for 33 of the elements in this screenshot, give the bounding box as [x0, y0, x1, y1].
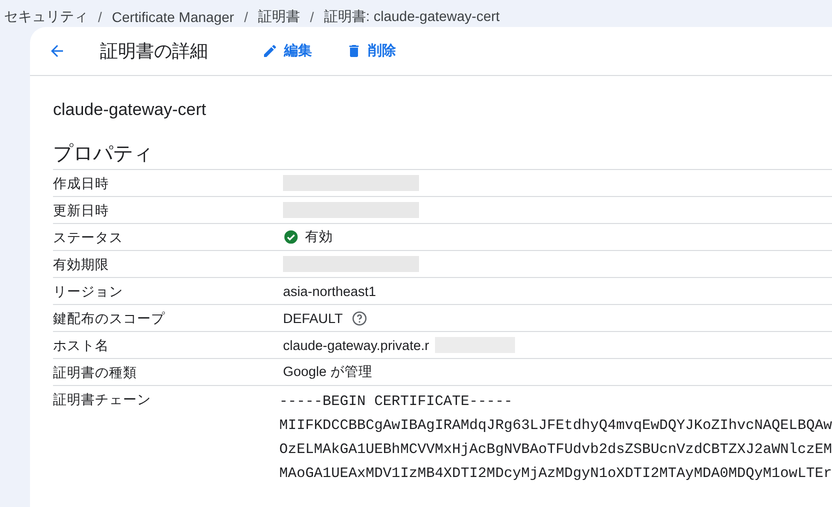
property-label: 証明書チェーン — [53, 391, 152, 409]
property-value: Google が管理 — [283, 363, 372, 381]
section-title: プロパティ — [53, 142, 154, 167]
property-label: 更新日時 — [53, 202, 110, 220]
breadcrumb-separator: / — [243, 9, 249, 25]
breadcrumb-link[interactable]: 証明書: claude-gateway-cert — [324, 8, 500, 26]
property-label: ステータス — [53, 229, 124, 247]
check-circle-icon — [283, 229, 299, 245]
property-label: 作成日時 — [53, 175, 110, 193]
property-label: 証明書の種類 — [53, 364, 138, 382]
property-value: claude-gateway.private.r — [283, 338, 430, 352]
breadcrumb-link[interactable]: セキュリティ — [4, 8, 88, 26]
help-icon[interactable] — [350, 310, 368, 326]
certificate-line: MIIFKDCCBBCgAwIBAgIRAMdqJRg63LJFEtdhyQ4mvqEwDQYJKoZIhvcNAQELBQAw — [279, 417, 832, 436]
delete-button[interactable]: 削除 — [340, 38, 402, 64]
breadcrumb-separator: / — [308, 9, 315, 25]
breadcrumb-link[interactable]: Certificate Manager — [112, 9, 234, 25]
property-label: ホスト名 — [53, 337, 110, 355]
property-value: asia-northeast1 — [283, 284, 376, 298]
certificate-line: MAoGA1UEAxMDV1IzMB4XDTI2MDcyMjAzMDgyN1oXDTI2MTAyMDA0MDQyM1owLTEr — [279, 465, 832, 484]
property-label: リージョン — [53, 283, 124, 301]
page-title: 証明書の詳細 — [100, 40, 208, 63]
property-value: DEFAULT — [283, 310, 343, 326]
edit-button[interactable]: 編集 — [256, 38, 318, 64]
certificate-name: claude-gateway-cert — [53, 100, 208, 121]
breadcrumb-link[interactable]: 証明書 — [258, 8, 300, 26]
certificate-line: OzELMAkGA1UEBhMCVVMxHjAcBgNVBAoTFUdvb2dsZSBUcnVzdCBTZXJ2aWNlczEM — [279, 441, 832, 460]
property-label: 鍵配布のスコープ — [53, 310, 166, 328]
pencil-icon — [262, 43, 278, 59]
property-label: 有効期限 — [53, 256, 110, 274]
breadcrumb-separator: / — [97, 9, 103, 25]
certificate-line: -----BEGIN CERTIFICATE----- — [279, 393, 514, 412]
status-text: 有効 — [305, 228, 333, 246]
